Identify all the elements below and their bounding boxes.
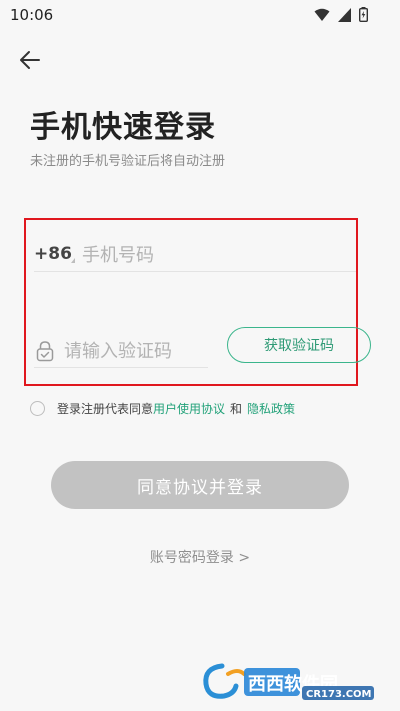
back-arrow-icon[interactable] <box>18 49 42 71</box>
lock-icon <box>36 341 54 362</box>
wifi-icon <box>314 8 330 21</box>
battery-icon <box>359 7 368 22</box>
watermark-logo-mark <box>203 663 246 699</box>
agreement-row: 登录注册代表同意 用户使用协议 和 隐私政策 <box>30 400 295 417</box>
country-code-caret-icon <box>71 258 75 263</box>
get-code-button[interactable]: 获取验证码 <box>227 327 371 363</box>
agree-and-login-button[interactable]: 同意协议并登录 <box>51 461 349 509</box>
watermark-url: CR173.COM <box>306 689 372 700</box>
status-time: 10:06 <box>10 6 54 24</box>
country-code-selector[interactable]: +86 <box>34 244 72 264</box>
page-title: 手机快速登录 <box>30 110 216 145</box>
phone-underline <box>34 271 356 272</box>
signal-icon <box>338 7 351 22</box>
user-agreement-link[interactable]: 用户使用协议 <box>153 400 225 417</box>
password-login-link[interactable]: 账号密码登录 > <box>0 547 400 567</box>
verification-code-input[interactable] <box>64 336 204 366</box>
phone-input[interactable] <box>82 240 352 270</box>
privacy-policy-link[interactable]: 隐私政策 <box>247 400 295 417</box>
code-underline <box>34 367 208 368</box>
agreement-checkbox[interactable] <box>30 401 45 416</box>
status-icons <box>314 7 368 22</box>
page-subtitle: 未注册的手机号验证后将自动注册 <box>30 154 226 169</box>
watermark-logo: 西西软件园 CR173.COM <box>203 663 374 700</box>
status-bar: 10:06 <box>0 0 400 30</box>
agreement-prefix: 登录注册代表同意 <box>57 402 154 416</box>
agreement-and: 和 <box>230 402 243 416</box>
